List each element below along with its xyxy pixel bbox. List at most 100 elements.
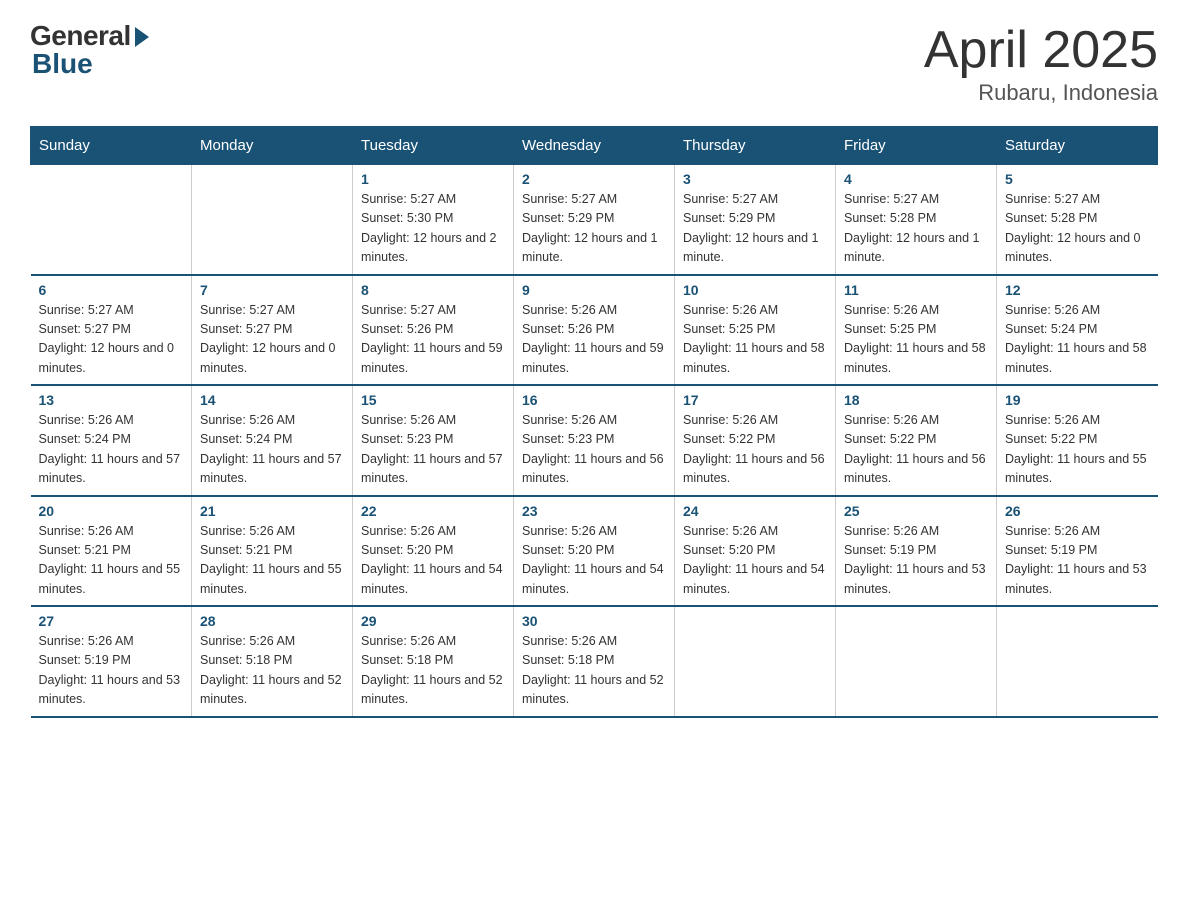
day-cell: 14Sunrise: 5:26 AMSunset: 5:24 PMDayligh… [192, 385, 353, 496]
day-cell: 19Sunrise: 5:26 AMSunset: 5:22 PMDayligh… [997, 385, 1158, 496]
day-info: Sunrise: 5:27 AMSunset: 5:28 PMDaylight:… [844, 190, 988, 268]
day-info: Sunrise: 5:27 AMSunset: 5:29 PMDaylight:… [522, 190, 666, 268]
day-info: Sunrise: 5:26 AMSunset: 5:20 PMDaylight:… [683, 522, 827, 600]
day-info: Sunrise: 5:27 AMSunset: 5:28 PMDaylight:… [1005, 190, 1150, 268]
day-number: 30 [522, 613, 666, 629]
day-number: 24 [683, 503, 827, 519]
day-info: Sunrise: 5:27 AMSunset: 5:29 PMDaylight:… [683, 190, 827, 268]
day-cell: 24 Sunrise: 5:26 AMSunset: 5:20 PMDayligh… [675, 496, 836, 607]
day-cell [675, 606, 836, 717]
day-number: 8 [361, 282, 505, 298]
day-info: Sunrise: 5:26 AMSunset: 5:23 PMDaylight:… [522, 411, 666, 489]
day-info: Sunrise: 5:26 AMSunset: 5:24 PMDaylight:… [39, 411, 184, 489]
calendar-title: April 2025 [924, 20, 1158, 80]
day-number: 11 [844, 282, 988, 298]
day-number: 13 [39, 392, 184, 408]
day-cell: 13 Sunrise: 5:26 AMSunset: 5:24 PMDayligh… [31, 385, 192, 496]
day-info: Sunrise: 5:26 AMSunset: 5:19 PMDaylight:… [1005, 522, 1150, 600]
header-wednesday: Wednesday [514, 127, 675, 165]
day-cell: 4 Sunrise: 5:27 AMSunset: 5:28 PMDaylight… [836, 165, 997, 275]
day-info: Sunrise: 5:26 AMSunset: 5:22 PMDaylight:… [683, 411, 827, 489]
day-info: Sunrise: 5:26 AMSunset: 5:20 PMDaylight:… [522, 522, 666, 600]
header-monday: Monday [192, 127, 353, 165]
day-number: 18 [844, 392, 988, 408]
day-info: Sunrise: 5:26 AMSunset: 5:25 PMDaylight:… [844, 301, 988, 379]
day-info: Sunrise: 5:26 AMSunset: 5:21 PMDaylight:… [39, 522, 184, 600]
day-cell: 6Sunrise: 5:27 AMSunset: 5:27 PMDaylight… [31, 275, 192, 386]
logo: General Blue [30, 20, 149, 80]
day-cell: 21Sunrise: 5:26 AMSunset: 5:21 PMDayligh… [192, 496, 353, 607]
day-number: 17 [683, 392, 827, 408]
day-cell: 26 Sunrise: 5:26 AMSunset: 5:19 PMDayligh… [997, 496, 1158, 607]
week-row-4: 20 Sunrise: 5:26 AMSunset: 5:21 PMDayligh… [31, 496, 1158, 607]
day-number: 29 [361, 613, 505, 629]
day-cell: 27 Sunrise: 5:26 AMSunset: 5:19 PMDayligh… [31, 606, 192, 717]
day-cell: 17 Sunrise: 5:26 AMSunset: 5:22 PMDayligh… [675, 385, 836, 496]
calendar-table: SundayMondayTuesdayWednesdayThursdayFrid… [30, 126, 1158, 718]
day-cell [31, 165, 192, 275]
day-cell: 25 Sunrise: 5:26 AMSunset: 5:19 PMDayligh… [836, 496, 997, 607]
day-number: 4 [844, 171, 988, 187]
header-tuesday: Tuesday [353, 127, 514, 165]
day-number: 26 [1005, 503, 1150, 519]
day-cell: 1 Sunrise: 5:27 AMSunset: 5:30 PMDaylight… [353, 165, 514, 275]
day-cell: 23 Sunrise: 5:26 AMSunset: 5:20 PMDayligh… [514, 496, 675, 607]
day-cell: 10 Sunrise: 5:26 AMSunset: 5:25 PMDayligh… [675, 275, 836, 386]
week-row-3: 13 Sunrise: 5:26 AMSunset: 5:24 PMDayligh… [31, 385, 1158, 496]
day-number: 9 [522, 282, 666, 298]
header-saturday: Saturday [997, 127, 1158, 165]
day-cell: 16 Sunrise: 5:26 AMSunset: 5:23 PMDayligh… [514, 385, 675, 496]
calendar-header-row: SundayMondayTuesdayWednesdayThursdayFrid… [31, 127, 1158, 165]
header-friday: Friday [836, 127, 997, 165]
day-cell: 7Sunrise: 5:27 AMSunset: 5:27 PMDaylight… [192, 275, 353, 386]
day-info: Sunrise: 5:26 AMSunset: 5:20 PMDaylight:… [361, 522, 505, 600]
day-number: 20 [39, 503, 184, 519]
header-sunday: Sunday [31, 127, 192, 165]
day-number: 22 [361, 503, 505, 519]
day-cell: 29 Sunrise: 5:26 AMSunset: 5:18 PMDayligh… [353, 606, 514, 717]
day-cell: 22 Sunrise: 5:26 AMSunset: 5:20 PMDayligh… [353, 496, 514, 607]
day-info: Sunrise: 5:26 AMSunset: 5:24 PMDaylight:… [1005, 301, 1150, 379]
day-number: 10 [683, 282, 827, 298]
day-cell: 3 Sunrise: 5:27 AMSunset: 5:29 PMDaylight… [675, 165, 836, 275]
day-cell: 11 Sunrise: 5:26 AMSunset: 5:25 PMDayligh… [836, 275, 997, 386]
day-number: 5 [1005, 171, 1150, 187]
logo-blue-text: Blue [32, 48, 93, 80]
day-info: Sunrise: 5:26 AMSunset: 5:18 PMDaylight:… [522, 632, 666, 710]
day-info: Sunrise: 5:26 AMSunset: 5:23 PMDaylight:… [361, 411, 505, 489]
week-row-1: 1 Sunrise: 5:27 AMSunset: 5:30 PMDaylight… [31, 165, 1158, 275]
day-number: 16 [522, 392, 666, 408]
day-number: 12 [1005, 282, 1150, 298]
day-number: 25 [844, 503, 988, 519]
day-number: 27 [39, 613, 184, 629]
day-cell: 8Sunrise: 5:27 AMSunset: 5:26 PMDaylight… [353, 275, 514, 386]
day-cell: 2Sunrise: 5:27 AMSunset: 5:29 PMDaylight… [514, 165, 675, 275]
day-cell: 20 Sunrise: 5:26 AMSunset: 5:21 PMDayligh… [31, 496, 192, 607]
day-cell [997, 606, 1158, 717]
day-info: Sunrise: 5:26 AMSunset: 5:25 PMDaylight:… [683, 301, 827, 379]
day-info: Sunrise: 5:26 AMSunset: 5:18 PMDaylight:… [361, 632, 505, 710]
day-info: Sunrise: 5:26 AMSunset: 5:22 PMDaylight:… [844, 411, 988, 489]
page-header: General Blue April 2025 Rubaru, Indonesi… [30, 20, 1158, 106]
day-info: Sunrise: 5:26 AMSunset: 5:22 PMDaylight:… [1005, 411, 1150, 489]
day-info: Sunrise: 5:26 AMSunset: 5:19 PMDaylight:… [844, 522, 988, 600]
day-cell: 12 Sunrise: 5:26 AMSunset: 5:24 PMDayligh… [997, 275, 1158, 386]
day-number: 14 [200, 392, 344, 408]
header-thursday: Thursday [675, 127, 836, 165]
day-cell: 18 Sunrise: 5:26 AMSunset: 5:22 PMDayligh… [836, 385, 997, 496]
day-info: Sunrise: 5:27 AMSunset: 5:30 PMDaylight:… [361, 190, 505, 268]
day-info: Sunrise: 5:27 AMSunset: 5:27 PMDaylight:… [39, 301, 184, 379]
week-row-2: 6Sunrise: 5:27 AMSunset: 5:27 PMDaylight… [31, 275, 1158, 386]
day-number: 15 [361, 392, 505, 408]
day-cell: 5 Sunrise: 5:27 AMSunset: 5:28 PMDaylight… [997, 165, 1158, 275]
day-info: Sunrise: 5:26 AMSunset: 5:18 PMDaylight:… [200, 632, 344, 710]
day-number: 1 [361, 171, 505, 187]
logo-arrow-icon [135, 27, 149, 47]
day-number: 23 [522, 503, 666, 519]
day-info: Sunrise: 5:26 AMSunset: 5:19 PMDaylight:… [39, 632, 184, 710]
day-cell: 28 Sunrise: 5:26 AMSunset: 5:18 PMDayligh… [192, 606, 353, 717]
day-cell: 30 Sunrise: 5:26 AMSunset: 5:18 PMDayligh… [514, 606, 675, 717]
day-number: 3 [683, 171, 827, 187]
week-row-5: 27 Sunrise: 5:26 AMSunset: 5:19 PMDayligh… [31, 606, 1158, 717]
day-number: 28 [200, 613, 344, 629]
